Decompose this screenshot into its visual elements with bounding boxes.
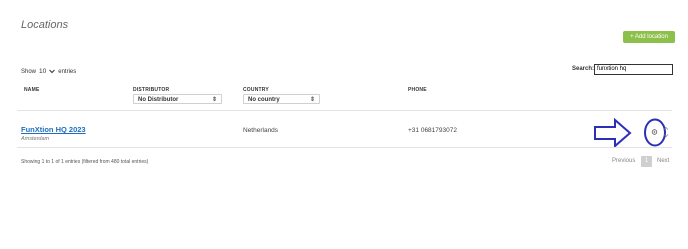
page-title: Locations	[21, 19, 69, 31]
show-label: Show	[21, 68, 37, 75]
table-info: Showing 1 to 1 of 1 entries (filtered fr…	[21, 159, 149, 165]
entries-select[interactable]: 10	[39, 68, 56, 75]
entries-length-control: Show 10 entries	[21, 68, 76, 75]
distributor-filter-value: No Distributor	[138, 97, 179, 103]
location-name-link[interactable]: FunXtion HQ 2023	[21, 125, 86, 134]
location-city: Amsterdam	[21, 136, 50, 142]
header-divider	[17, 110, 672, 111]
row-divider	[17, 147, 672, 148]
pagination-page-1[interactable]: 1	[641, 156, 652, 167]
annotation-arrow-icon	[594, 117, 632, 149]
add-location-button[interactable]: + Add location	[623, 31, 675, 43]
entries-label: entries	[58, 68, 77, 75]
country-filter-value: No country	[248, 97, 280, 103]
search-input[interactable]: funxtion hq	[594, 64, 673, 75]
location-phone: +31 0681793072	[408, 127, 457, 134]
sort-arrows-icon: ⇕	[309, 97, 315, 103]
column-header-phone[interactable]: PHONE	[408, 87, 427, 93]
column-header-name[interactable]: NAME	[24, 87, 40, 93]
pagination-previous[interactable]: Previous	[612, 158, 635, 164]
distributor-filter-select[interactable]: No Distributor ⇕	[133, 94, 222, 104]
column-header-distributor[interactable]: DISTRIBUTOR	[133, 87, 169, 93]
country-filter-select[interactable]: No country ⇕	[243, 94, 320, 104]
sort-arrows-icon: ⇕	[211, 97, 217, 103]
column-header-country[interactable]: COUNTRY	[243, 87, 269, 93]
entries-value: 10	[39, 68, 47, 75]
pagination-next[interactable]: Next	[657, 158, 669, 164]
chevron-down-icon	[49, 69, 56, 74]
search-label: Search:	[572, 66, 595, 72]
location-country: Netherlands	[243, 127, 279, 134]
